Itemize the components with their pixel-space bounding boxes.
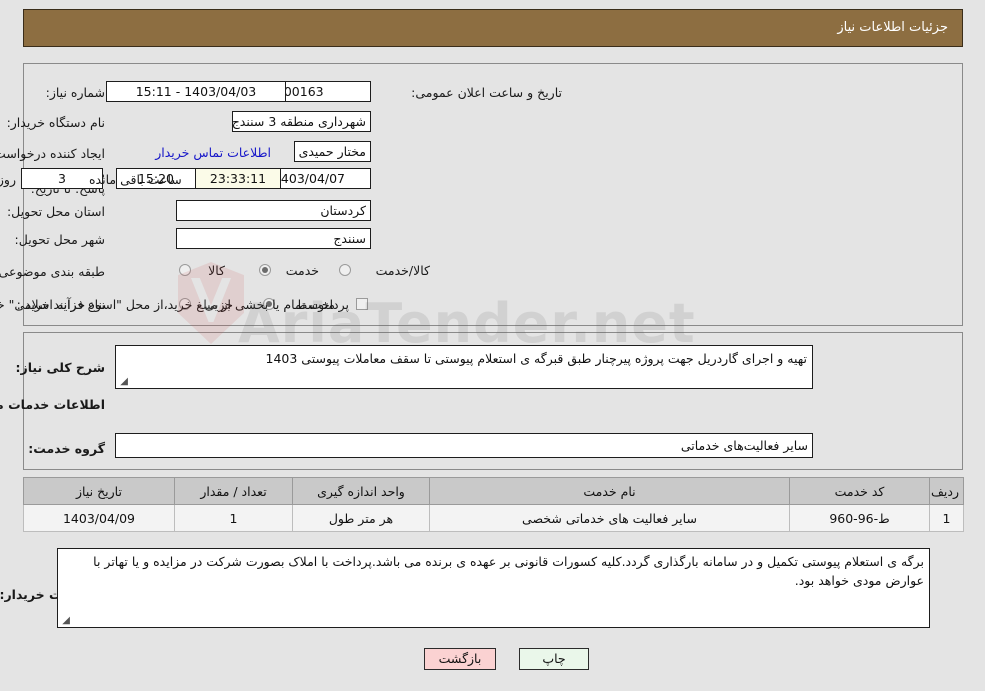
public-announce-label: تاریخ و ساعت اعلان عمومی: [411, 85, 562, 100]
checkbox-islamic-treasury[interactable] [356, 298, 368, 310]
buyer-org-value: شهرداری منطقه 3 سنندج [232, 111, 371, 132]
column-header-service-name: نام خدمت [429, 477, 790, 505]
resize-grip-icon[interactable]: ◢ [118, 377, 128, 387]
cell-service-name: سایر فعالیت های خدماتی شخصی [429, 504, 790, 532]
countdown-timer-value: 23:33:11 [195, 168, 281, 189]
need-summary-panel [23, 63, 963, 326]
page-header-bar: جزئیات اطلاعات نیاز [23, 9, 963, 47]
buyer-notes-textarea[interactable]: برگه ی استعلام پیوستی تکمیل و در سامانه … [57, 548, 930, 628]
column-header-row-index: ردیف [929, 477, 964, 505]
back-button[interactable]: بازگشت [424, 648, 496, 670]
remaining-hours-label: ساعت باقی مانده [89, 172, 182, 187]
page-root: جزئیات اطلاعات نیاز شماره نیاز: 11030056… [0, 0, 985, 691]
city-label: شهر محل تحویل: [14, 232, 105, 247]
page-title: جزئیات اطلاعات نیاز [837, 20, 948, 35]
city-value: سنندج [176, 228, 371, 249]
column-header-unit: واحد اندازه گیری [292, 477, 430, 505]
table-header-row: ردیف کد خدمت نام خدمت واحد اندازه گیری ت… [23, 477, 964, 505]
cell-row-index: 1 [929, 504, 964, 532]
summary-text: تهیه و اجرای گاردریل جهت پروژه پیرچنار ط… [265, 351, 808, 366]
print-button[interactable]: چاپ [519, 648, 589, 670]
buyer-contact-link[interactable]: اطلاعات تماس خریدار [155, 145, 271, 160]
radio-category-kala[interactable] [179, 264, 191, 276]
summary-textarea[interactable]: تهیه و اجرای گاردریل جهت پروژه پیرچنار ط… [115, 345, 813, 389]
radio-category-kala-khedmat[interactable] [339, 264, 351, 276]
services-heading: اطلاعات خدمات مورد نیاز [0, 397, 105, 412]
radio-category-khedmat[interactable] [259, 264, 271, 276]
service-group-value: سایر فعالیت‌های خدماتی [115, 433, 813, 458]
column-header-service-code: کد خدمت [789, 477, 930, 505]
column-header-quantity: تعداد / مقدار [174, 477, 293, 505]
summary-label: شرح کلی نیاز: [15, 360, 105, 375]
cell-need-date: 1403/04/09 [23, 504, 175, 532]
cell-quantity: 1 [174, 504, 293, 532]
resize-grip-icon-notes[interactable]: ◢ [60, 616, 70, 626]
category-label: طبقه بندی موضوعی: [0, 264, 105, 279]
creator-label: ایجاد کننده درخواست: [0, 146, 105, 161]
remaining-days-label: روز و [0, 172, 16, 187]
table-row: 1 ط-96-960 سایر فعالیت های خدماتی شخصی ه… [23, 504, 964, 532]
column-header-need-date: تاریخ نیاز [23, 477, 175, 505]
public-announce-value: 1403/04/03 - 15:11 [106, 81, 286, 102]
province-value: کردستان [176, 200, 371, 221]
buyer-notes-text: برگه ی استعلام پیوستی تکمیل و در سامانه … [93, 554, 924, 588]
service-group-label: گروه خدمت: [28, 441, 105, 456]
islamic-treasury-label: پرداخت تمام یا بخشی از مبلغ خرید،از محل … [0, 297, 349, 312]
radio-category-kala-khedmat-label: کالا/خدمت [375, 263, 430, 278]
cell-unit: هر متر طول [292, 504, 430, 532]
province-label: استان محل تحویل: [6, 204, 105, 219]
radio-category-kala-label: کالا [208, 263, 225, 278]
creator-value: مختار حمیدی کاربرداز شهرداری منطقه 3 سنن… [294, 141, 371, 162]
cell-service-code: ط-96-960 [789, 504, 930, 532]
buyer-org-label: نام دستگاه خریدار: [6, 115, 105, 130]
radio-category-khedmat-label: خدمت [285, 263, 319, 278]
services-table: ردیف کد خدمت نام خدمت واحد اندازه گیری ت… [23, 477, 964, 532]
need-number-label: شماره نیاز: [45, 85, 105, 100]
